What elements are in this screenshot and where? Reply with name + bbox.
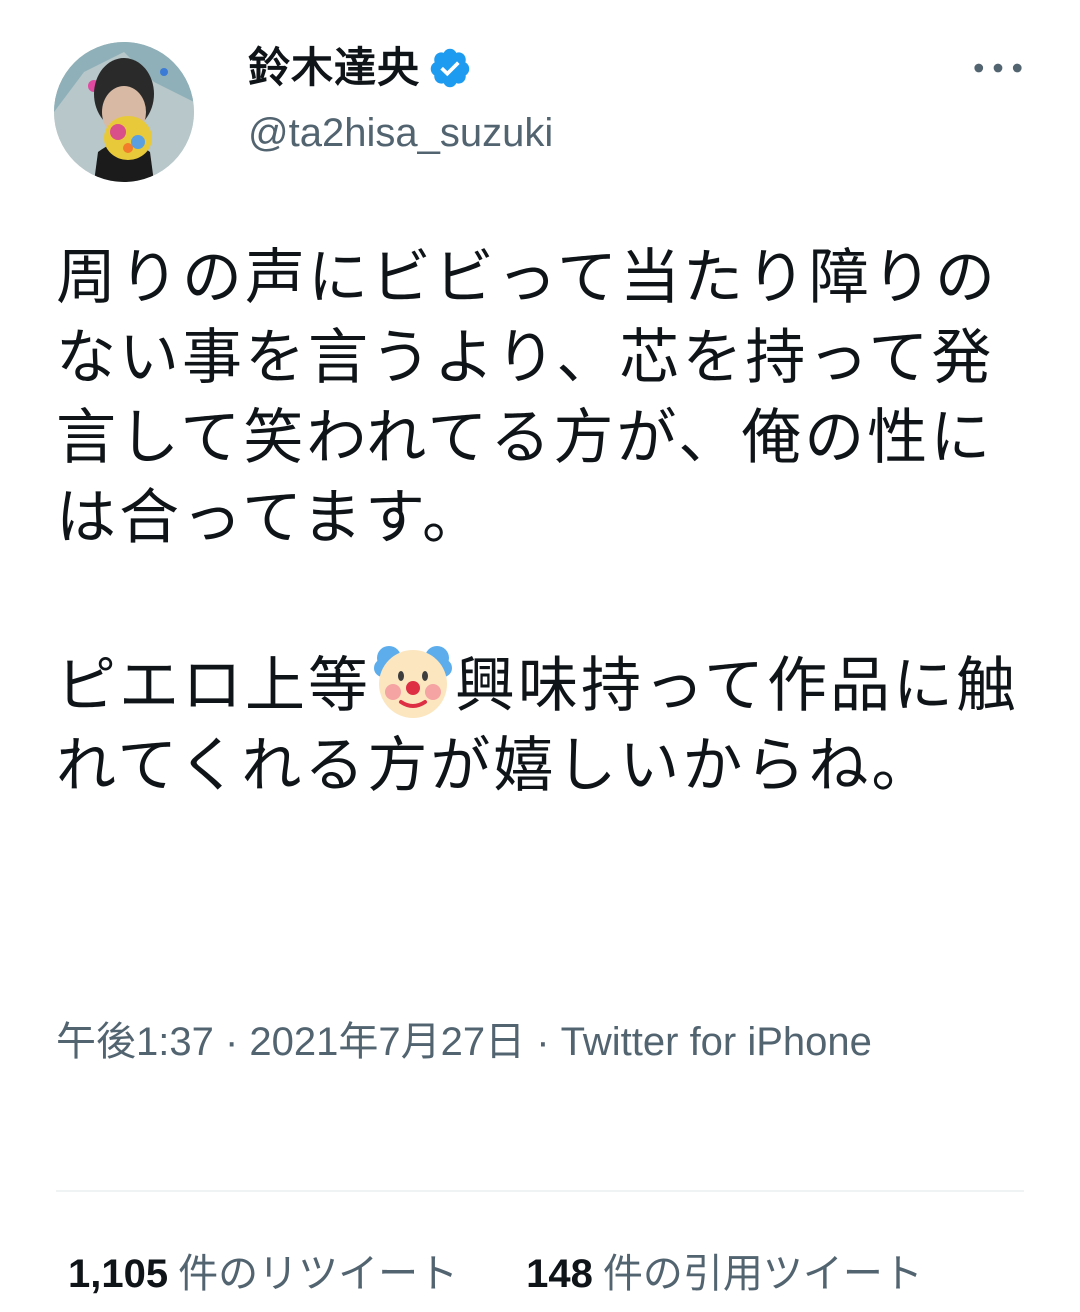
quotes-stat[interactable]: 148 件の引用ツイート [526,1244,923,1304]
tweet-timestamp[interactable]: 午後1:37 · 2021年7月27日 · Twitter for iPhone [56,1014,956,1070]
retweets-label: 件のリツイート [178,1252,459,1296]
tweet-text: 周りの声にビビって当たり障りのない事を言うより、芯を持って発言して笑われてる方が… [56,238,1036,806]
display-name-text: 鈴木達央 [248,43,421,92]
verified-badge-icon [428,46,472,90]
quotes-label: 件の引用ツイート [602,1252,923,1296]
quotes-count: 148 [526,1252,593,1296]
avatar-image [54,42,194,182]
avatar[interactable] [54,42,194,182]
user-handle[interactable]: @ta2hisa_suzuki [248,108,553,158]
more-dots-icon [974,63,1022,73]
user-display-name[interactable]: 鈴木達央 [248,40,472,96]
tweet-paragraph: ピエロ上等 興味持って作品に触れてくれる方が嬉しいからね。 [56,638,1036,806]
retweets-count: 1,105 [68,1252,169,1296]
clown-face-icon [371,638,455,722]
tweet-stats: 1,105 件のリツイート 148 件の引用ツイート [68,1244,923,1304]
tweet-paragraph: 周りの声にビビって当たり障りのない事を言うより、芯を持って発言して笑われてる方が… [56,243,998,553]
divider [56,1190,1024,1192]
tweet-phrase: ピエロ上等 [56,651,371,721]
more-options-button[interactable] [966,48,1030,88]
retweets-stat[interactable]: 1,105 件のリツイート [68,1244,458,1304]
